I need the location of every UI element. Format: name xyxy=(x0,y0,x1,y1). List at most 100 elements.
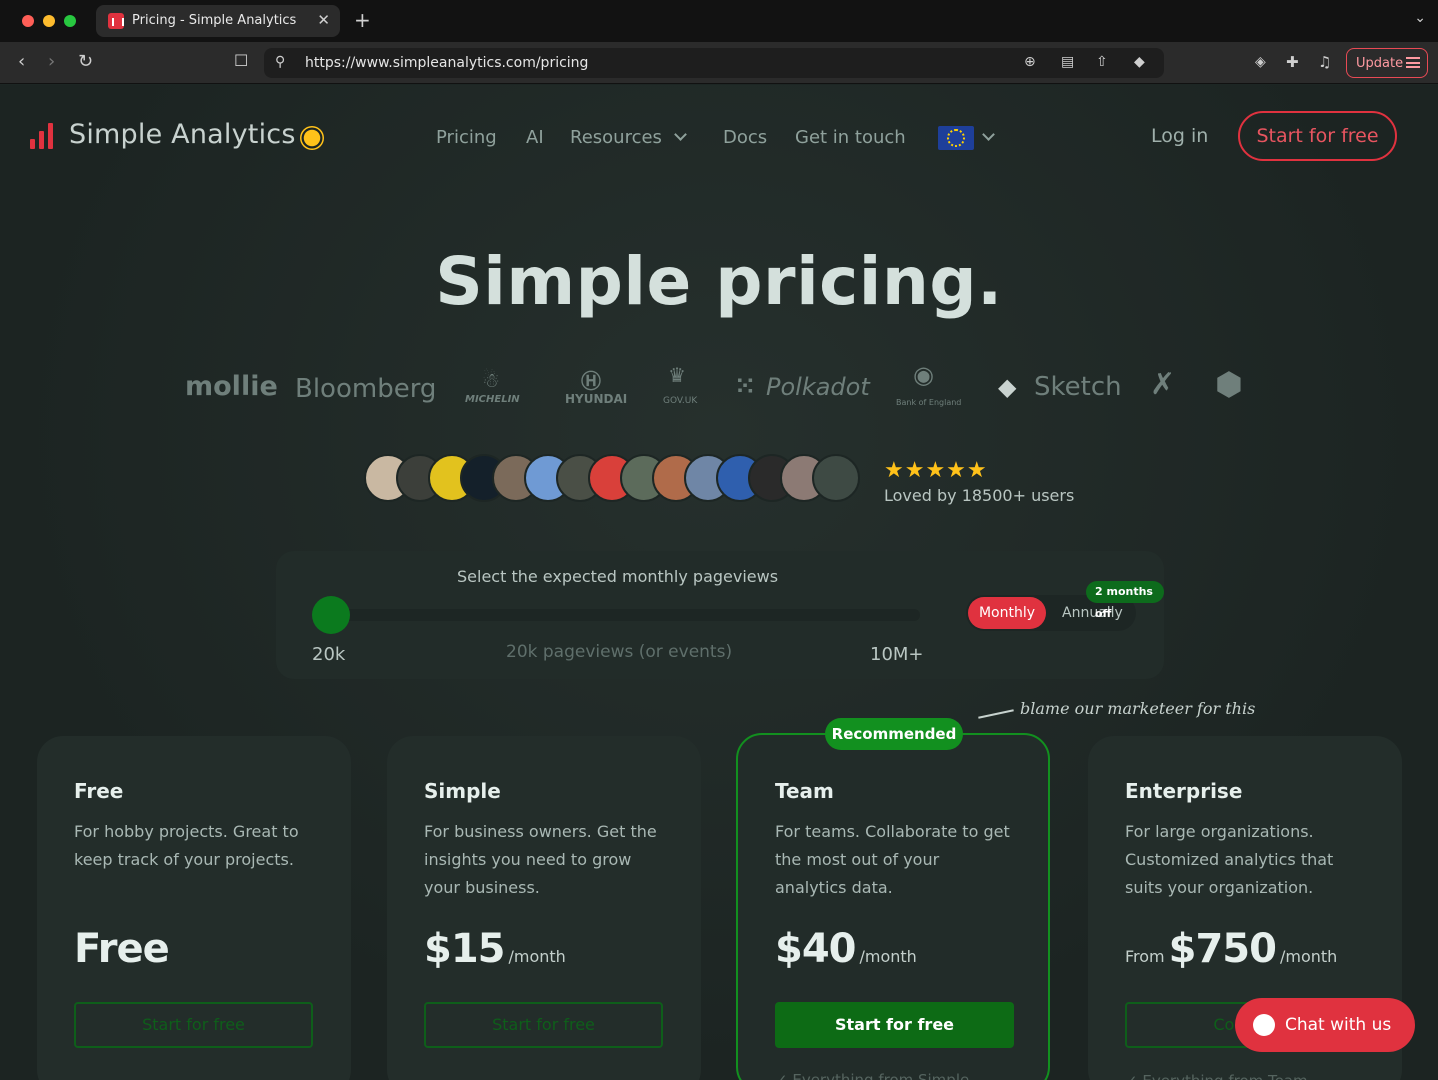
slider-min-label: 20k xyxy=(312,644,346,665)
shield-brand-icon: ⬢ xyxy=(1215,365,1243,403)
login-link[interactable]: Log in xyxy=(1151,125,1208,147)
brand-polkadot: Polkadot xyxy=(766,373,870,401)
brand-michelin: MICHELIN xyxy=(465,394,520,405)
update-button[interactable]: Update xyxy=(1346,48,1428,78)
brand-boe: Bank of England xyxy=(896,398,962,407)
plan-description: For teams. Collaborate to get the most o… xyxy=(775,822,1010,897)
polkadot-icon: ⁙ xyxy=(735,372,756,400)
chevron-down-icon xyxy=(674,128,687,141)
ublock-icon[interactable]: ◈ xyxy=(1255,54,1266,70)
menu-icon xyxy=(1406,57,1420,68)
price-amount: $750 xyxy=(1168,926,1277,972)
plan-price: From $750/month xyxy=(1125,926,1337,972)
extensions-icon[interactable]: ✚ xyxy=(1286,53,1299,71)
britannia-icon: ◉ xyxy=(913,361,934,389)
brand-mollie: mollie xyxy=(185,371,278,402)
back-icon[interactable]: ‹ xyxy=(18,51,25,72)
brand-hyundai: HYUNDAI xyxy=(565,392,628,406)
nav-docs[interactable]: Docs xyxy=(723,127,767,148)
chat-button[interactable]: Chat with us xyxy=(1235,998,1415,1052)
pageview-slider-thumb[interactable] xyxy=(312,596,350,634)
loved-by-text: Loved by 18500+ users xyxy=(884,486,1075,505)
brand-bloomberg: Bloomberg xyxy=(295,374,437,404)
close-icon[interactable]: ✕ xyxy=(317,11,330,29)
url-text[interactable]: https://www.simpleanalytics.com/pricing xyxy=(305,55,588,71)
plan-feature: ✓ Everything from Team xyxy=(1125,1072,1308,1080)
price-from: From xyxy=(1125,947,1165,966)
nav-contact[interactable]: Get in touch xyxy=(795,127,906,148)
arrow-icon xyxy=(978,709,1014,719)
theme-toggle-sun-icon[interactable] xyxy=(303,129,321,147)
close-window-button[interactable] xyxy=(22,15,34,27)
pageview-selector: Select the expected monthly pageviews 20… xyxy=(276,551,1164,679)
michelin-man-icon: ☃ xyxy=(482,368,500,392)
price-period: /month xyxy=(1279,947,1338,966)
chat-bubble-icon xyxy=(1253,1014,1275,1036)
slider-value-text: 20k pageviews (or events) xyxy=(506,642,733,662)
plan-price: Free xyxy=(74,926,170,972)
avatar xyxy=(812,454,860,502)
media-icon[interactable]: ♫ xyxy=(1318,53,1331,71)
chevron-down-icon[interactable]: ⌄ xyxy=(1414,10,1426,26)
minimize-window-button[interactable] xyxy=(43,15,55,27)
nav-resources-label: Resources xyxy=(570,127,662,148)
billing-monthly-option[interactable]: Monthly xyxy=(968,597,1046,629)
new-tab-icon[interactable]: + xyxy=(354,8,371,32)
browser-tab[interactable]: Pricing - Simple Analytics ✕ xyxy=(96,5,340,37)
crown-icon: ♛ xyxy=(668,363,686,387)
address-bar[interactable]: ⚲ https://www.simpleanalytics.com/pricin… xyxy=(264,48,1164,78)
plan-card-free: Free For hobby projects. Great to keep t… xyxy=(37,736,351,1080)
billing-annually-option[interactable]: Annually xyxy=(1062,605,1123,621)
zoom-icon[interactable]: ⊕ xyxy=(1024,54,1036,70)
share-icon[interactable]: ⇧ xyxy=(1096,54,1108,70)
maximize-window-button[interactable] xyxy=(64,15,76,27)
plan-card-team: Team For teams. Collaborate to get the m… xyxy=(736,733,1050,1080)
slider-label: Select the expected monthly pageviews xyxy=(457,567,779,586)
browser-toolbar: ‹ › ↻ ☐ ⚲ https://www.simpleanalytics.co… xyxy=(0,42,1438,84)
plan-name: Simple xyxy=(424,779,501,803)
start-for-free-button[interactable]: Start for free xyxy=(1238,111,1397,161)
plan-feature-text: Everything from Team xyxy=(1142,1072,1307,1080)
plan-start-button[interactable]: Start for free xyxy=(775,1002,1014,1048)
nav-resources[interactable]: Resources xyxy=(570,127,687,148)
tab-title: Pricing - Simple Analytics xyxy=(132,13,297,28)
plan-feature-text: Everything from Simple xyxy=(792,1071,970,1080)
update-label: Update xyxy=(1356,56,1404,71)
brave-shield-icon[interactable]: ◆ xyxy=(1134,54,1145,70)
plan-price: $15/month xyxy=(424,926,566,972)
plan-price: $40/month xyxy=(775,926,917,972)
marketeer-note: blame our marketeer for this xyxy=(1020,699,1256,718)
plan-start-button[interactable]: Start for free xyxy=(74,1002,313,1048)
favicon-icon xyxy=(108,13,124,29)
bookmark-icon[interactable]: ☐ xyxy=(234,51,248,70)
logo-text[interactable]: Simple Analytics xyxy=(69,119,296,150)
slider-max-label: 10M+ xyxy=(870,644,924,665)
discount-badge: 2 months off xyxy=(1086,581,1164,620)
forward-icon[interactable]: › xyxy=(48,51,55,72)
pageview-slider-track[interactable] xyxy=(332,609,920,621)
browser-tab-strip: Pricing - Simple Analytics ✕ + ⌄ xyxy=(0,0,1438,42)
plan-name: Team xyxy=(775,779,834,803)
plan-start-button[interactable]: Start for free xyxy=(424,1002,663,1048)
hyundai-icon: Ⓗ xyxy=(581,369,601,393)
chat-label: Chat with us xyxy=(1285,1015,1392,1035)
plan-description: For business owners. Get the insights yo… xyxy=(424,822,657,897)
price-amount: $40 xyxy=(775,926,856,972)
plan-description: For hobby projects. Great to keep track … xyxy=(74,822,299,869)
plan-feature: ✓ Everything from Simple xyxy=(775,1071,969,1080)
rating-stars-icon: ★★★★★ xyxy=(884,458,988,483)
site-settings-icon[interactable]: ⚲ xyxy=(275,54,285,70)
nav-pricing[interactable]: Pricing xyxy=(436,127,497,148)
plan-name: Enterprise xyxy=(1125,779,1243,803)
reload-icon[interactable]: ↻ xyxy=(78,51,93,72)
logo-bars-icon[interactable] xyxy=(30,123,56,149)
eu-flag-icon[interactable] xyxy=(938,126,974,150)
region-dropdown[interactable] xyxy=(970,127,995,148)
reader-icon[interactable]: ▤ xyxy=(1061,54,1074,70)
chevron-down-icon xyxy=(982,128,995,141)
recommended-badge: Recommended xyxy=(825,718,963,750)
price-period: /month xyxy=(508,947,566,966)
nav-ai[interactable]: AI xyxy=(526,127,544,148)
page: Simple Analytics Pricing AI Resources Do… xyxy=(0,85,1438,1080)
sketch-diamond-icon: ◆ xyxy=(998,373,1017,401)
